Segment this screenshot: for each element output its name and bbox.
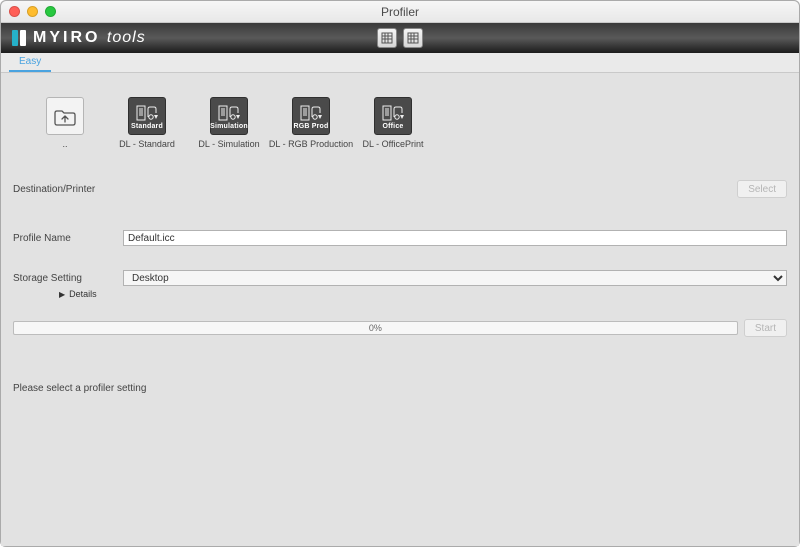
triangle-right-icon: ▶ <box>59 290 65 299</box>
preset-up[interactable]: .. <box>41 97 89 149</box>
preset-office-caption: DL - OfficePrint <box>362 139 423 149</box>
label-destination: Destination/Printer <box>13 184 123 195</box>
status-message: Please select a profiler setting <box>9 383 791 394</box>
preset-simulation-tile-label: Simulation <box>210 123 248 130</box>
traffic-lights <box>9 6 56 17</box>
row-storage: Storage Setting Desktop <box>9 267 791 289</box>
preset-office[interactable]: Office DL - OfficePrint <box>369 97 417 149</box>
brand-name-light: tools <box>107 29 146 46</box>
storage-details-toggle[interactable]: ▶ Details <box>9 289 791 299</box>
window-title: Profiler <box>1 5 799 19</box>
select-printer-button[interactable]: Select <box>737 180 787 198</box>
preset-standard-tile-label: Standard <box>131 123 163 130</box>
profile-name-input[interactable] <box>123 230 787 246</box>
preset-standard-tile: Standard <box>128 97 166 135</box>
start-button[interactable]: Start <box>744 319 787 337</box>
toolbar: MYIRO tools <box>1 23 799 53</box>
window-minimize-button[interactable] <box>27 6 38 17</box>
brand-name-bold: MYIRO <box>33 29 100 46</box>
window-maximize-button[interactable] <box>45 6 56 17</box>
progress-text: 0% <box>369 323 382 333</box>
presets-row: .. Standard DL - Stan <box>9 89 791 157</box>
preset-standard-caption: DL - Standard <box>119 139 175 149</box>
presets-panel: .. Standard DL - Stan <box>9 81 791 177</box>
preset-rgb-prod[interactable]: RGB Prod DL - RGB Production <box>287 97 335 149</box>
preset-office-tile-label: Office <box>382 123 403 130</box>
preset-up-caption: .. <box>62 139 67 149</box>
storage-select[interactable]: Desktop <box>123 270 787 286</box>
brand-text: MYIRO tools <box>33 29 146 47</box>
preset-simulation-tile: Simulation <box>210 97 248 135</box>
tab-strip: Easy <box>1 53 799 73</box>
preset-rgb-prod-caption: DL - RGB Production <box>269 139 353 149</box>
progress-bar: 0% <box>13 321 738 335</box>
titlebar: Profiler <box>1 1 799 23</box>
storage-details-label: Details <box>69 289 97 299</box>
row-destination: Destination/Printer Select <box>9 177 791 201</box>
row-profile-name: Profile Name <box>9 227 791 249</box>
folder-up-icon <box>46 97 84 135</box>
tab-easy[interactable]: Easy <box>9 53 51 72</box>
window-close-button[interactable] <box>9 6 20 17</box>
preset-office-tile: Office <box>374 97 412 135</box>
preset-rgb-prod-tile: RGB Prod <box>292 97 330 135</box>
preset-simulation[interactable]: Simulation DL - Simulation <box>205 97 253 149</box>
row-progress: 0% Start <box>9 319 791 337</box>
label-profile-name: Profile Name <box>13 233 123 244</box>
app-window: Profiler MYIRO tools <box>0 0 800 547</box>
toolbar-button-1[interactable] <box>377 28 397 48</box>
preset-standard[interactable]: Standard DL - Standard <box>123 97 171 149</box>
preset-simulation-caption: DL - Simulation <box>198 139 259 149</box>
brand: MYIRO tools <box>11 29 146 47</box>
label-storage: Storage Setting <box>13 273 123 284</box>
brand-icon <box>11 29 27 47</box>
preset-rgb-prod-tile-label: RGB Prod <box>293 123 328 130</box>
content-area: .. Standard DL - Stan <box>1 73 799 546</box>
toolbar-button-2[interactable] <box>403 28 423 48</box>
